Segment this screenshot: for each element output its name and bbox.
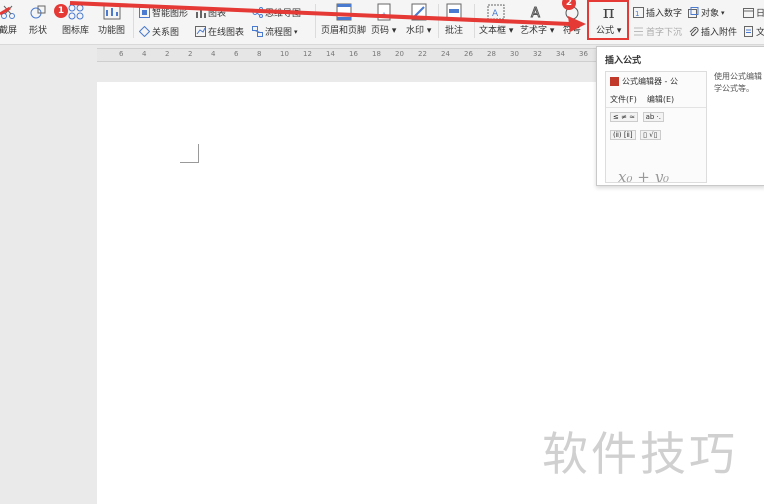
ruler-tick-label: 2 xyxy=(165,50,170,58)
ruler-tick-label: 30 xyxy=(510,50,519,58)
ruler-tick-label: 6 xyxy=(234,50,239,58)
tooltip-title: 插入公式 xyxy=(605,56,642,66)
horizontal-ruler[interactable]: 6 4 2 2 4 6 8 10 12 14 16 18 20 22 24 26 28 30 32 34 36 xyxy=(97,48,597,62)
arrow-head xyxy=(568,16,586,32)
arrow-line-left xyxy=(0,6,11,16)
editor-title-bar: 公式编辑器 - 公 xyxy=(606,76,706,87)
ruler-tick-label: 8 xyxy=(257,50,262,58)
editor-menu-bar: 文件(F) 编辑(E) xyxy=(606,94,706,108)
watermark-text: 软件技巧 xyxy=(542,427,738,481)
bracket-symbols: (ⅱ) [ⅱ] xyxy=(610,130,636,140)
formula-editor-icon xyxy=(610,77,619,86)
symbol-row-1: ≤ ≠ ≈ ab ·. xyxy=(606,112,706,122)
ruler-tick-label: 26 xyxy=(464,50,473,58)
step-badge-1: 1 xyxy=(54,4,68,18)
ruler-tick-label: 12 xyxy=(303,50,312,58)
ruler-tick-label: 14 xyxy=(326,50,335,58)
ruler-tick-label: 2 xyxy=(188,50,193,58)
ruler-tick-label: 28 xyxy=(487,50,496,58)
tooltip-description: 使用公式编辑学公式等。 xyxy=(714,72,762,93)
insert-formula-tooltip: 插入公式 公式编辑器 - 公 文件(F) 编辑(E) ≤ ≠ ≈ ab ·. (… xyxy=(596,46,764,186)
margin-corner-mark xyxy=(180,144,199,163)
ruler-tick-label: 20 xyxy=(395,50,404,58)
ruler-tick-label: 34 xyxy=(556,50,565,58)
ruler-tick-label: 6 xyxy=(119,50,124,58)
formula-editor-preview: 公式编辑器 - 公 文件(F) 编辑(E) ≤ ≠ ≈ ab ·. (ⅱ) [ⅱ… xyxy=(605,71,707,183)
ruler-tick-label: 32 xyxy=(533,50,542,58)
formula-preview-expression: x₀ + y₀ xyxy=(618,168,670,183)
ruler-tick-label: 24 xyxy=(441,50,450,58)
ruler-tick-label: 22 xyxy=(418,50,427,58)
spacing-symbols: ab ·. xyxy=(642,112,665,122)
symbol-row-2: (ⅱ) [ⅱ] ▯ √▯ xyxy=(606,130,706,140)
editor-title: 公式编辑器 - 公 xyxy=(622,77,678,86)
editor-menu-edit: 编辑(E) xyxy=(646,95,675,104)
ruler-tick-label: 18 xyxy=(372,50,381,58)
annotation-arrows xyxy=(0,1,586,32)
fraction-root-symbols: ▯ √▯ xyxy=(640,130,661,140)
editor-menu-file: 文件(F) xyxy=(610,95,637,104)
relation-symbols: ≤ ≠ ≈ xyxy=(610,112,639,122)
ruler-tick-label: 4 xyxy=(211,50,216,58)
arrow-line-main xyxy=(69,1,571,26)
ruler-tick-label: 36 xyxy=(579,50,588,58)
ruler-tick-label: 4 xyxy=(142,50,147,58)
ruler-tick-label: 16 xyxy=(349,50,358,58)
ruler-tick-label: 10 xyxy=(280,50,289,58)
